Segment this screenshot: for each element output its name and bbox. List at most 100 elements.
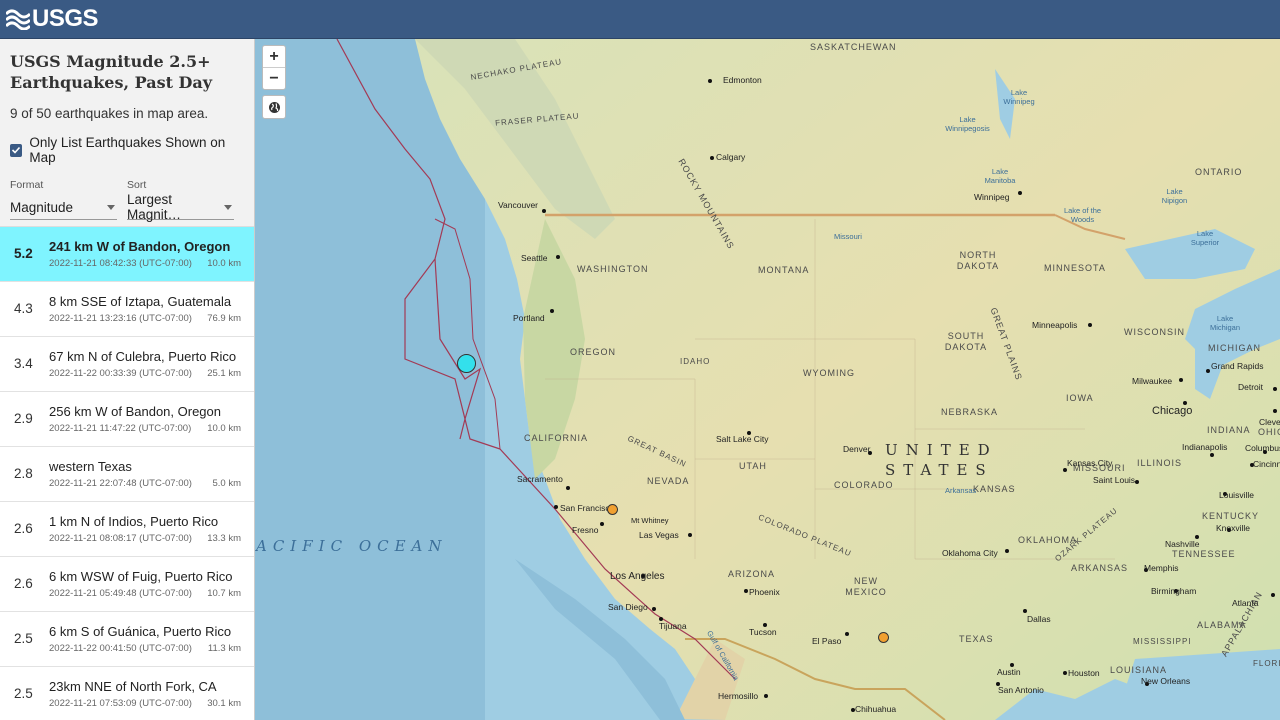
city-label: Cincinnati: [1253, 459, 1280, 469]
city-label: Salt Lake City: [716, 434, 769, 444]
eq-time: 2022-11-21 11:47:22 (UTC-07:00): [49, 423, 192, 434]
earthquake-row[interactable]: 2.5 6 km S of Guánica, Puerto Rico 2022-…: [0, 612, 254, 667]
city-label: Indianapolis: [1182, 442, 1228, 452]
map-label-state: MINNESOTA: [1044, 263, 1106, 273]
water-label: Lake Winnipegosis: [945, 115, 990, 133]
city-label: Nashville: [1165, 539, 1200, 549]
city-label: Edmonton: [723, 75, 762, 85]
eq-depth: 76.9 km: [207, 313, 241, 324]
city-label: Knoxville: [1216, 523, 1251, 533]
city-label: Minneapolis: [1032, 320, 1078, 330]
eq-place: 1 km N of Indios, Puerto Rico: [49, 514, 219, 529]
sort-value: Largest Magnit…: [127, 192, 182, 222]
sort-select[interactable]: Sort Largest Magnit…: [127, 179, 234, 222]
eq-magnitude: 2.5: [14, 631, 33, 646]
map-label-state: NEVADA: [647, 476, 690, 486]
eq-time: 2022-11-21 08:08:17 (UTC-07:00): [49, 533, 192, 544]
city-label: Los Angeles: [610, 571, 665, 582]
earthquake-list: 5.2 241 km W of Bandon, Oregon 2022-11-2…: [0, 227, 254, 720]
city-label: Milwaukee: [1132, 376, 1173, 386]
map-view[interactable]: + − SASKATCHEWAN ONTARIO NECHAKO PLATEAU…: [255, 39, 1280, 720]
map-label-province: ONTARIO: [1195, 167, 1243, 177]
earthquake-marker[interactable]: [878, 632, 889, 643]
map-label-state: UTAH: [739, 461, 767, 471]
earthquake-row[interactable]: 2.6 1 km N of Indios, Puerto Rico 2022-1…: [0, 502, 254, 557]
city-label: Winnipeg: [974, 192, 1010, 202]
map-label-state: INDIANA: [1207, 425, 1251, 435]
eq-depth: 10.0 km: [207, 423, 241, 434]
list-settings: USGS Magnitude 2.5+ Earthquakes, Past Da…: [0, 39, 254, 227]
city-label: Las Vegas: [639, 530, 679, 540]
city-label: Calgary: [716, 152, 746, 162]
earthquake-row[interactable]: 2.5 23km NNE of North Fork, CA 2022-11-2…: [0, 667, 254, 720]
eq-time: 2022-11-21 22:07:48 (UTC-07:00): [49, 478, 192, 489]
city-label: Grand Rapids: [1211, 361, 1264, 371]
water-label: Lake of the Woods: [1063, 206, 1102, 224]
city-label: Chihuahua: [855, 704, 897, 714]
map-label-state: NORTH DAKOTA: [956, 250, 1000, 271]
only-list-toggle[interactable]: Only List Earthquakes Shown on Map: [10, 135, 244, 165]
country-label-united: UNITED: [885, 441, 998, 459]
eq-place: 241 km W of Bandon, Oregon: [49, 239, 231, 254]
eq-depth: 10.7 km: [207, 588, 241, 599]
ocean-label: ACIFIC OCEAN: [256, 537, 448, 555]
globe-icon: [268, 101, 280, 113]
eq-depth: 10.0 km: [207, 258, 241, 269]
city-label: Sacramento: [517, 474, 563, 484]
city-label: Columbus: [1245, 443, 1280, 453]
map-label-state: OREGON: [570, 347, 617, 357]
eq-magnitude: 4.3: [14, 301, 33, 316]
zoom-in-button[interactable]: +: [263, 46, 285, 67]
earthquake-row[interactable]: 3.4 67 km N of Culebra, Puerto Rico 2022…: [0, 337, 254, 392]
earthquake-row[interactable]: 4.3 8 km SSE of Iztapa, Guatemala 2022-1…: [0, 282, 254, 337]
eq-depth: 30.1 km: [207, 698, 241, 709]
map-label-state: MONTANA: [758, 265, 810, 275]
sort-dropdown-icon: [224, 204, 232, 210]
zoom-out-button[interactable]: −: [263, 67, 285, 89]
eq-magnitude: 2.6: [14, 576, 33, 591]
map-label-state: IOWA: [1066, 393, 1094, 403]
map-label-state: MICHIGAN: [1208, 343, 1261, 353]
water-label: Lake Manitoba: [984, 167, 1016, 185]
eq-place: 256 km W of Bandon, Oregon: [49, 404, 221, 419]
only-list-checkbox[interactable]: [10, 143, 23, 157]
city-label: Tijuana: [659, 621, 687, 631]
earthquake-row[interactable]: 2.8 western Texas 2022-11-21 22:07:48 (U…: [0, 447, 254, 502]
logo-text: USGS: [32, 5, 99, 32]
eq-magnitude: 2.6: [14, 521, 33, 536]
earthquake-row[interactable]: 2.6 6 km WSW of Fuig, Puerto Rico 2022-1…: [0, 557, 254, 612]
city-label: San Diego: [608, 602, 648, 612]
earthquake-row[interactable]: 5.2 241 km W of Bandon, Oregon 2022-11-2…: [0, 227, 254, 282]
eq-place: 8 km SSE of Iztapa, Guatemala: [49, 294, 232, 309]
eq-time: 2022-11-21 13:23:16 (UTC-07:00): [49, 313, 192, 324]
eq-place: 23km NNE of North Fork, CA: [49, 679, 217, 694]
city-label: Chicago: [1152, 405, 1193, 417]
usgs-logo[interactable]: USGS: [6, 5, 99, 32]
map-label-state: NEBRASKA: [941, 407, 999, 417]
earthquake-list-panel: USGS Magnitude 2.5+ Earthquakes, Past Da…: [0, 39, 255, 720]
format-label: Format: [10, 179, 44, 191]
format-select[interactable]: Format Magnitude: [10, 179, 117, 220]
city-label: Fresno: [572, 525, 599, 535]
earthquake-row[interactable]: 2.9 256 km W of Bandon, Oregon 2022-11-2…: [0, 392, 254, 447]
map-basemap: [255, 39, 1280, 720]
city-label: El Paso: [812, 636, 842, 646]
checkmark-icon: [12, 146, 21, 154]
earthquake-marker-selected[interactable]: [457, 354, 476, 373]
city-label: Saint Louis: [1093, 475, 1136, 485]
eq-time: 2022-11-21 08:42:33 (UTC-07:00): [49, 258, 192, 269]
earthquake-marker[interactable]: [607, 504, 618, 515]
map-label-state: FLORIDA: [1253, 659, 1280, 668]
world-view-button[interactable]: [262, 95, 286, 119]
eq-depth: 11.3 km: [207, 643, 241, 654]
map-label-state: CALIFORNIA: [524, 433, 589, 443]
map-label-state: WYOMING: [803, 368, 855, 378]
city-label: Atlanta: [1232, 598, 1259, 608]
city-label: Louisville: [1219, 490, 1254, 500]
city-label: Dallas: [1027, 614, 1051, 624]
sort-label: Sort: [127, 179, 147, 191]
map-label-state: WASHINGTON: [577, 264, 649, 274]
eq-place: 6 km WSW of Fuig, Puerto Rico: [49, 569, 233, 584]
city-label: Cleveland: [1259, 417, 1280, 427]
city-label: San Antonio: [998, 685, 1044, 695]
